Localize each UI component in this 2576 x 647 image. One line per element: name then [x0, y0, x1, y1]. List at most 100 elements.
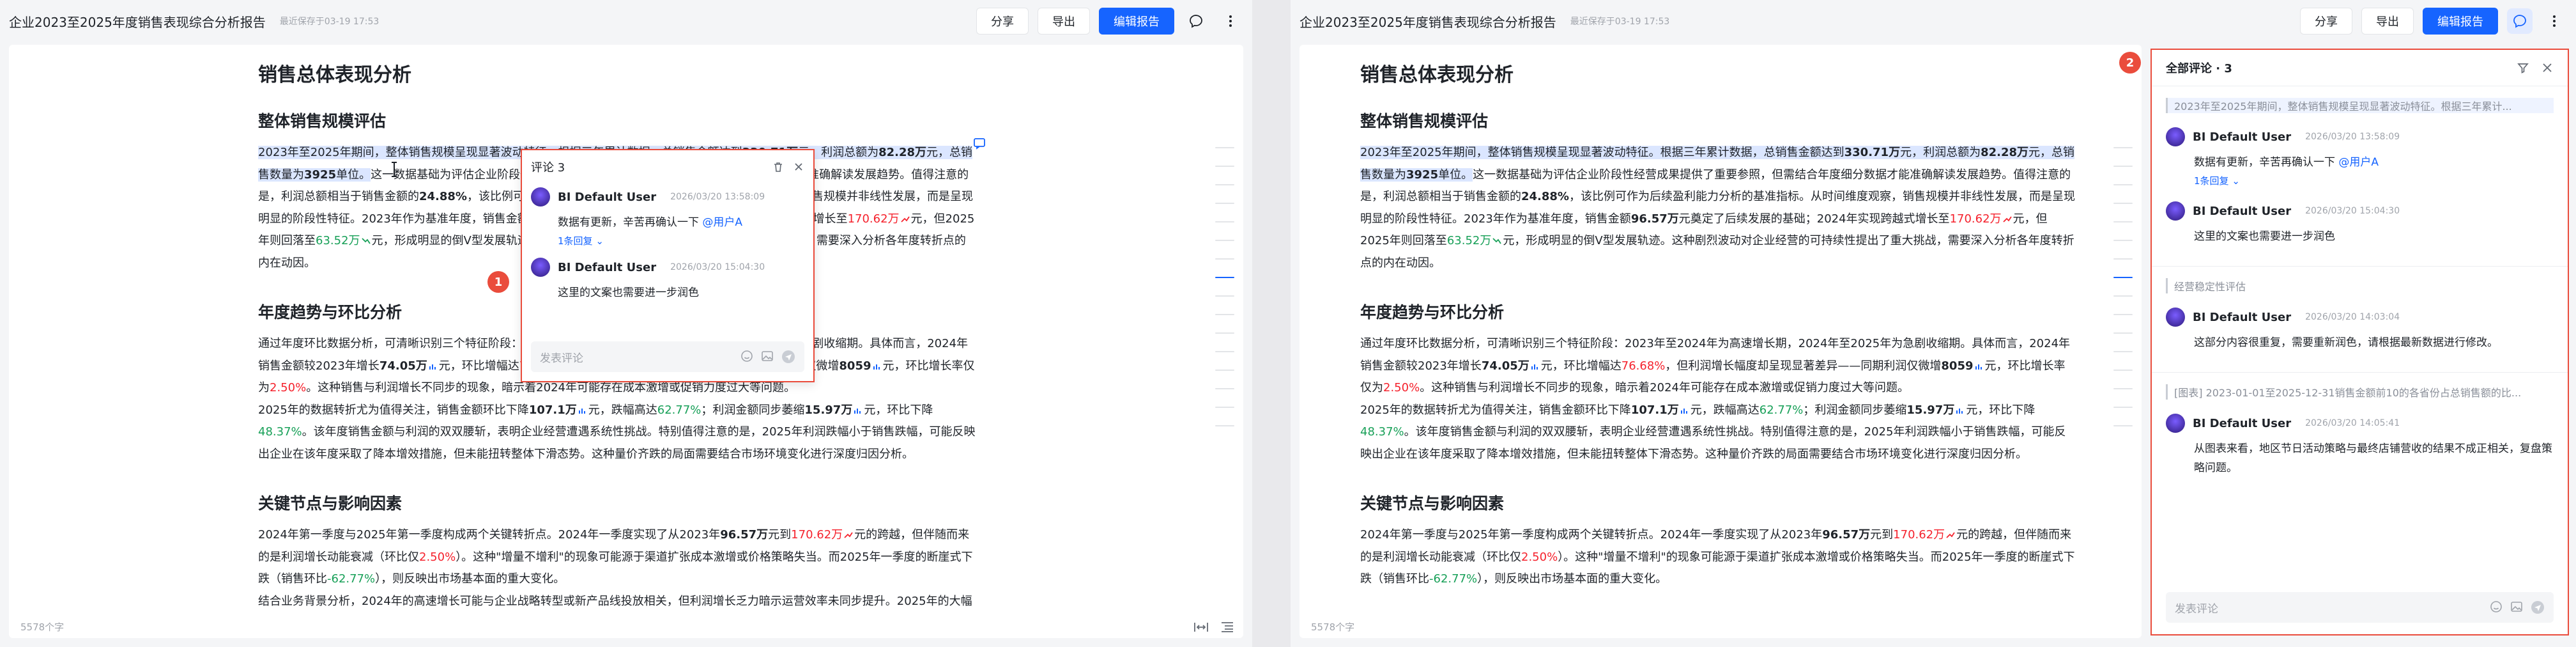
value-bold: 74.05万 [1481, 359, 1529, 373]
mention-link[interactable]: @用户A [702, 216, 742, 229]
edit-report-button[interactable]: 编辑报告 [1099, 8, 1174, 35]
outline-mark[interactable] [2113, 166, 2133, 167]
export-button[interactable]: 导出 [2361, 8, 2414, 35]
outline-mark[interactable] [2113, 332, 2133, 334]
paragraph-factors-1[interactable]: 2024年第一季度与2025年第一季度构成两个关键转折点。2024年一季度实现了… [258, 524, 977, 591]
outline-mark-active[interactable] [1215, 277, 1234, 278]
outline-mark[interactable] [2113, 240, 2133, 241]
comment-item[interactable]: BI Default User 2026/03/20 14:05:41 从图表来… [2152, 411, 2568, 489]
trend-down-icon [1492, 238, 1502, 244]
outline-mark[interactable] [1215, 221, 1234, 222]
outline-mark[interactable] [1215, 314, 1234, 315]
annotation-badge-2: 2 [2119, 52, 2141, 74]
top-bar: 企业2023至2025年度销售表现综合分析报告 最近保存于03-19 17:53… [0, 0, 1252, 42]
comment-item[interactable]: BI Default User 2026/03/20 13:58:09 数据有更… [2152, 125, 2568, 199]
more-button[interactable] [2542, 8, 2567, 34]
highlighted-text: 元，利润总额为 [1900, 146, 1981, 159]
outline-mark-active[interactable] [2113, 277, 2133, 278]
outline-icon[interactable] [1220, 621, 1234, 633]
filter-icon[interactable] [2517, 61, 2529, 74]
outline-mark[interactable] [1215, 258, 1234, 260]
close-icon[interactable] [2541, 61, 2554, 74]
outline-mark[interactable] [1215, 407, 1234, 408]
chart-icon [854, 408, 861, 414]
mention-link[interactable]: @用户A [2338, 156, 2379, 169]
thread-quote[interactable]: 2023年至2025年期间，整体销售规模呈现显著波动特征。根据三年累计... [2166, 98, 2554, 113]
comment-thread[interactable]: [图表] 2023-01-01至2025-12-31销售金额前10的各省份占总销… [2152, 372, 2568, 501]
paragraph-trend-2[interactable]: 2025年的数据转折尤为值得关注，销售金额环比下降107.1万 元，跌幅高达62.… [1360, 400, 2076, 466]
paragraph-trend-1[interactable]: 通过年度环比数据分析，可清晰识别三个特征阶段：2023年至2024年为高速增长期… [1360, 333, 2076, 400]
outline-mark[interactable] [2113, 203, 2133, 204]
delete-icon[interactable] [772, 161, 784, 173]
comment-item[interactable]: BI Default User 2026/03/20 15:04:30 这里的文… [522, 254, 813, 299]
comment-input[interactable]: 发表评论 [531, 341, 804, 372]
outline-mark[interactable] [1215, 388, 1234, 389]
word-count: 5578个字 [20, 614, 1243, 635]
send-icon[interactable] [781, 350, 795, 364]
outline-mark[interactable] [2113, 184, 2133, 185]
comment-popover: 评论 3 BI Default User 2026/03/20 13:58:09… [521, 149, 815, 382]
comment-author: BI Default User [2193, 130, 2292, 144]
comment-input[interactable]: 发表评论 [2166, 592, 2554, 623]
outline-mark[interactable] [1215, 203, 1234, 204]
outline-mark[interactable] [2113, 258, 2133, 260]
comments-toggle-button[interactable] [1183, 8, 1209, 34]
paragraph-scale[interactable]: 2023年至2025年期间，整体销售规模呈现显著波动特征。根据三年累计数据，总销… [1360, 142, 2076, 274]
comment-item[interactable]: BI Default User 2026/03/20 13:58:09 数据有更… [522, 183, 813, 247]
outline-mark[interactable] [2113, 370, 2133, 371]
comment-item[interactable]: BI Default User 2026/03/20 15:04:30 这里的文… [2152, 199, 2568, 254]
outline-minimap[interactable] [2113, 147, 2133, 444]
text: 2025年的数据转折尤为值得关注，销售金额环比下降 [1360, 403, 1631, 417]
trend-up-icon [844, 532, 853, 538]
value-up: 170.62万 [847, 212, 900, 226]
value-bold: 96.57万 [720, 528, 769, 542]
share-button[interactable]: 分享 [976, 8, 1029, 35]
outline-mark[interactable] [2113, 314, 2133, 315]
share-button[interactable]: 分享 [2300, 8, 2352, 35]
outline-mark[interactable] [2113, 295, 2133, 297]
avatar [2166, 308, 2185, 327]
outline-mark[interactable] [1215, 425, 1234, 426]
close-icon[interactable] [793, 161, 804, 173]
outline-mark[interactable] [1215, 240, 1234, 241]
outline-mark[interactable] [2113, 388, 2133, 389]
outline-mark[interactable] [1215, 332, 1234, 334]
thread-quote[interactable]: 经营稳定性评估 [2166, 278, 2554, 293]
comments-toggle-button[interactable] [2507, 8, 2533, 34]
outline-mark[interactable] [2113, 351, 2133, 352]
outline-mark[interactable] [1215, 184, 1234, 185]
send-icon[interactable] [2531, 600, 2545, 614]
outline-mark[interactable] [2113, 147, 2133, 148]
comment-thread[interactable]: 经营稳定性评估 BI Default User 2026/03/20 14:03… [2152, 266, 2568, 372]
comment-item[interactable]: BI Default User 2026/03/20 14:03:04 这部分内… [2152, 305, 2568, 361]
paragraph-trend-2[interactable]: 2025年的数据转折尤为值得关注，销售金额环比下降107.1万 元，跌幅高达62.… [258, 400, 977, 466]
export-button[interactable]: 导出 [1038, 8, 1090, 35]
edit-report-button[interactable]: 编辑报告 [2423, 8, 2498, 35]
outline-mark[interactable] [1215, 370, 1234, 371]
fit-width-icon[interactable] [1193, 621, 1209, 633]
more-button[interactable] [1218, 8, 1243, 34]
image-icon[interactable] [2510, 600, 2523, 613]
outline-mark[interactable] [1215, 351, 1234, 352]
text: 元，跌幅高达 [588, 403, 657, 417]
replies-toggle[interactable]: 1条回复 ⌄ [2194, 174, 2554, 187]
value-down: 63.52万 [1446, 234, 1492, 247]
add-comment-icon[interactable] [973, 137, 986, 150]
outline-mark[interactable] [2113, 407, 2133, 408]
save-status: 最近保存于03-19 17:53 [279, 17, 379, 27]
emoji-icon[interactable] [740, 350, 753, 362]
outline-mark[interactable] [2113, 221, 2133, 222]
outline-mark[interactable] [1215, 295, 1234, 297]
paragraph-factors-1[interactable]: 2024年第一季度与2025年第一季度构成两个关键转折点。2024年一季度实现了… [1360, 524, 2076, 591]
comment-time: 2026/03/20 13:58:09 [2305, 132, 2400, 142]
emoji-icon[interactable] [2490, 600, 2503, 613]
outline-mark[interactable] [2113, 425, 2133, 426]
outline-minimap[interactable] [1215, 147, 1234, 444]
replies-toggle[interactable]: 1条回复 ⌄ [558, 234, 804, 247]
comment-author: BI Default User [2193, 416, 2292, 430]
outline-mark[interactable] [1215, 166, 1234, 167]
thread-quote[interactable]: [图表] 2023-01-01至2025-12-31销售金额前10的各省份占总销… [2166, 384, 2554, 400]
image-icon[interactable] [761, 350, 774, 362]
outline-mark[interactable] [1215, 147, 1234, 148]
comment-thread[interactable]: 2023年至2025年期间，整体销售规模呈现显著波动特征。根据三年累计... B… [2152, 86, 2568, 266]
